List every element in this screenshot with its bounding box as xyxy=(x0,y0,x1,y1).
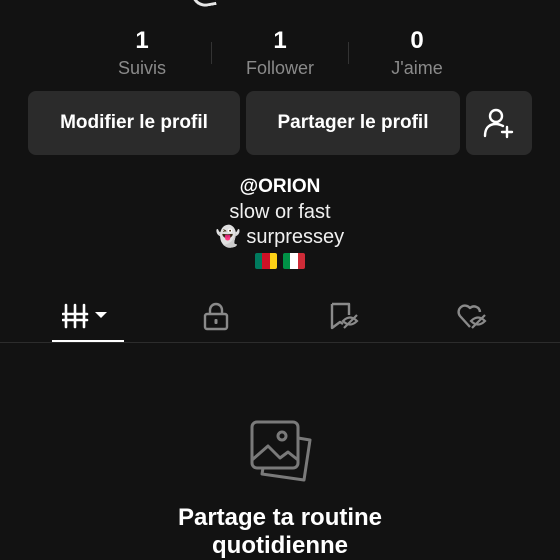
followers-count: 1 xyxy=(273,27,287,54)
likes-count: 0 xyxy=(410,27,424,54)
empty-state-title-line: quotidienne xyxy=(212,532,348,559)
profile-handle: @ORION xyxy=(239,176,321,197)
stat-likes[interactable]: 0 J'aime xyxy=(347,26,487,80)
grid-icon xyxy=(62,303,107,329)
empty-state-title: Partage ta routine quotidienne xyxy=(0,504,560,560)
add-friend-button[interactable] xyxy=(466,91,532,155)
likes-label: J'aime xyxy=(391,58,443,78)
heart-hidden-icon xyxy=(457,304,487,329)
empty-state-title-line: Partage ta routine xyxy=(177,504,383,531)
followers-label: Follower xyxy=(245,58,315,78)
tab-private[interactable] xyxy=(146,290,286,342)
share-profile-label: Partager le profil xyxy=(277,112,429,133)
tab-liked[interactable] xyxy=(402,290,542,342)
profile-tabs xyxy=(0,290,560,344)
top-partial-icon xyxy=(190,0,217,9)
share-profile-button[interactable]: Partager le profil xyxy=(246,91,460,155)
tab-videos[interactable] xyxy=(18,290,158,342)
profile-stats: 1 Suivis 1 Follower 0 J'aime xyxy=(0,26,560,86)
profile-bio-line: 👻 surpressey xyxy=(215,226,345,248)
cameroon-flag-icon xyxy=(255,253,277,269)
following-label: Suivis xyxy=(117,58,166,78)
stat-following[interactable]: 1 Suivis xyxy=(72,26,212,80)
flags-row xyxy=(255,253,307,271)
bookmark-hidden-icon xyxy=(330,302,359,330)
lock-icon xyxy=(203,302,229,331)
profile-bio-line: slow or fast xyxy=(229,201,331,223)
person-plus-icon xyxy=(483,108,514,139)
tabs-divider xyxy=(0,342,560,343)
edit-profile-button[interactable]: Modifier le profil xyxy=(28,91,240,155)
photos-icon xyxy=(250,420,312,482)
edit-profile-label: Modifier le profil xyxy=(60,112,208,133)
chevron-down-icon xyxy=(95,312,107,318)
following-count: 1 xyxy=(135,27,149,54)
stat-followers[interactable]: 1 Follower xyxy=(210,26,350,80)
tab-saved[interactable] xyxy=(274,290,414,342)
italy-flag-icon xyxy=(283,253,305,269)
